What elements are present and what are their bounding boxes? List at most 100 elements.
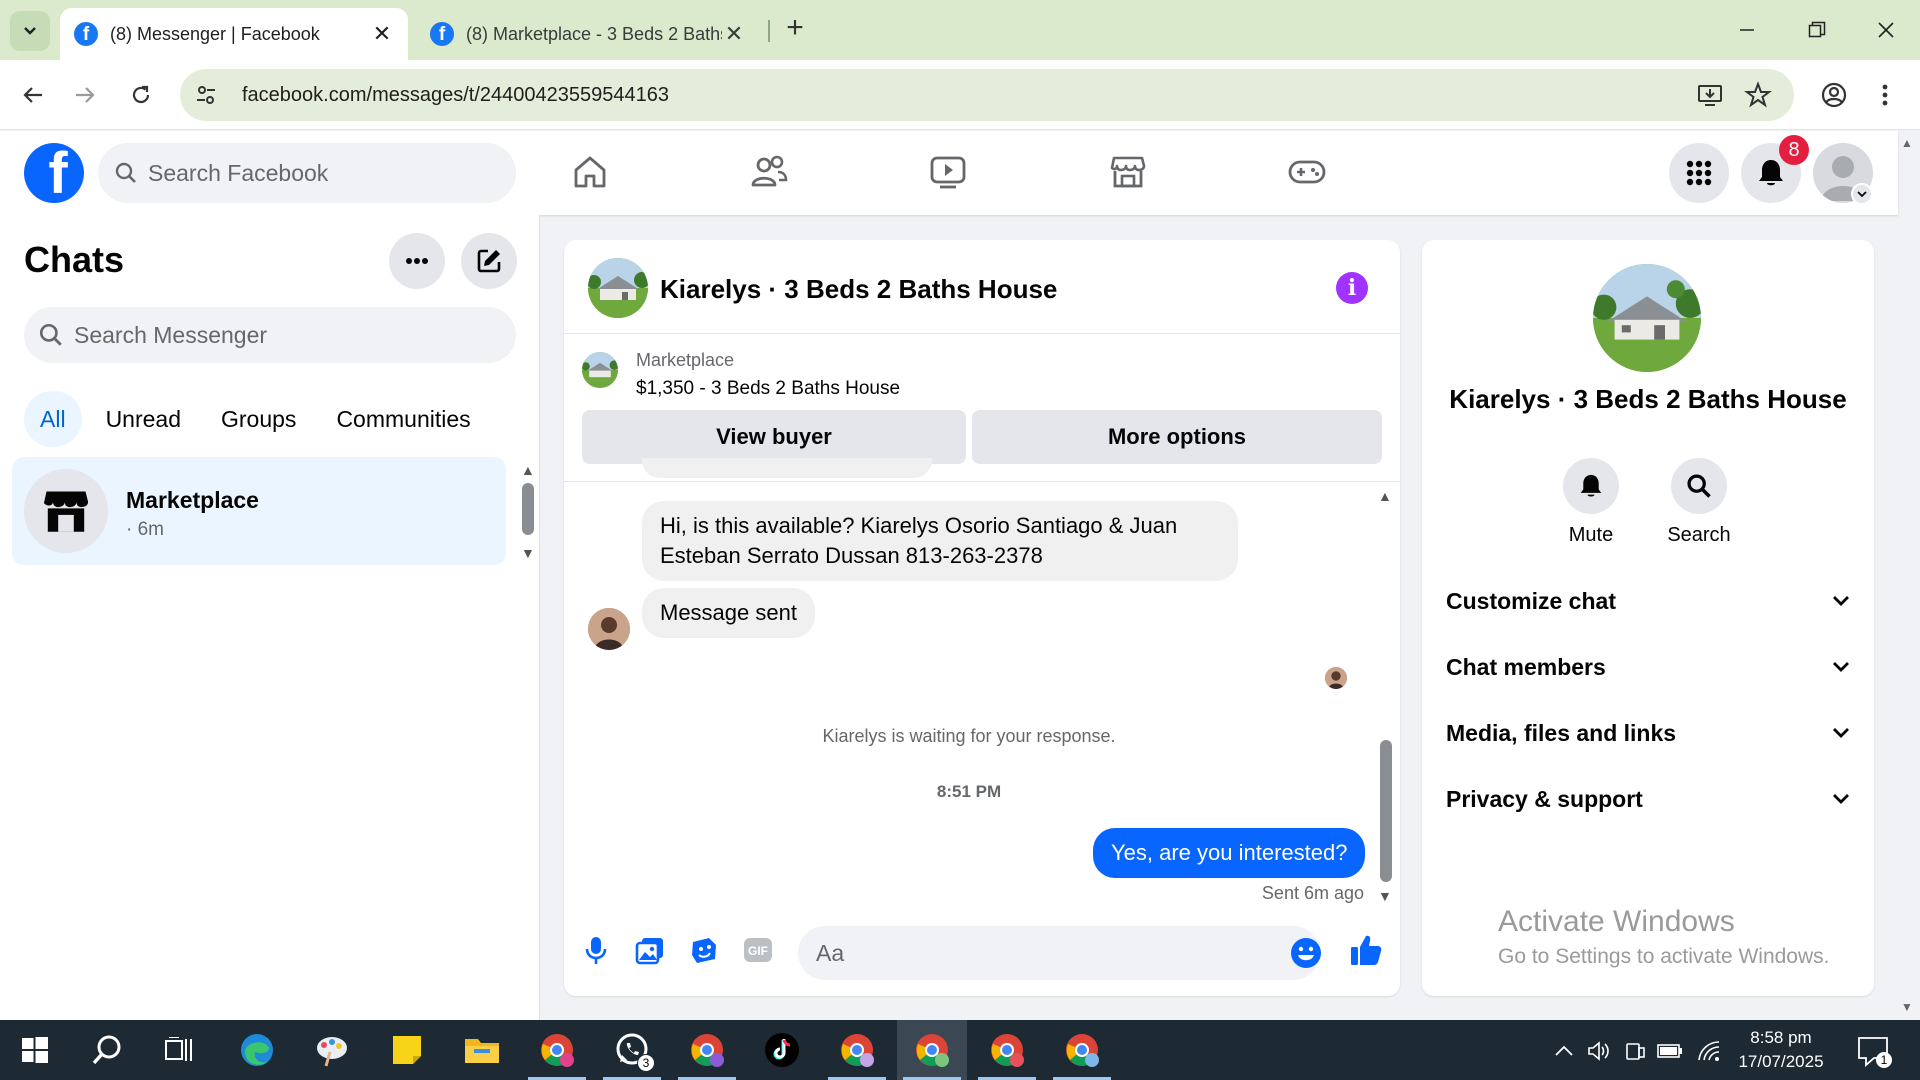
taskbar-chrome-active[interactable] [897,1020,967,1080]
filter-unread[interactable]: Unread [90,391,197,447]
scroll-up-arrow[interactable]: ▲ [521,462,535,478]
nav-marketplace[interactable] [1068,139,1188,205]
filter-communities[interactable]: Communities [320,391,486,447]
tab-messenger[interactable]: f (8) Messenger | Facebook ✕ [60,8,408,60]
taskbar-sticky-notes[interactable] [372,1020,442,1080]
menu-button[interactable] [1669,143,1729,203]
chat-list-item[interactable]: Marketplace · 6m [12,457,506,565]
taskbar-clock[interactable]: 8:58 pm 17/07/2025 [1734,1026,1828,1074]
search-action[interactable]: Search [1659,458,1739,547]
close-tab-icon[interactable]: ✕ [370,21,394,47]
page-scroll-up-arrow[interactable]: ▲ [1901,136,1913,150]
search-in-chat-button[interactable] [1671,458,1727,514]
gif-button[interactable]: GIF [740,932,776,968]
show-hidden-icons-button[interactable] [1551,1038,1577,1064]
emoji-icon[interactable] [1290,937,1322,969]
chat-members-row[interactable]: Chat members [1446,640,1850,694]
conversation-info-button[interactable]: i [1336,272,1368,304]
clock-date: 17/07/2025 [1738,1052,1824,1071]
task-view-button[interactable] [144,1020,214,1080]
back-button[interactable] [14,76,52,114]
messenger-search-input[interactable] [74,321,516,349]
site-settings-icon[interactable] [194,83,218,107]
message-composer[interactable] [798,926,1320,980]
message-bubble-incoming[interactable]: Message sent [642,588,815,638]
scroll-down-arrow[interactable]: ▼ [521,545,535,561]
scroll-up-arrow[interactable]: ▲ [1378,488,1392,504]
reload-button[interactable] [122,76,160,114]
nav-video[interactable] [888,139,1008,205]
media-files-links-row[interactable]: Media, files and links [1446,706,1850,760]
forward-button[interactable] [66,76,104,114]
conversation-scrollbar[interactable] [1380,740,1392,882]
chat-avatar-large[interactable] [1593,264,1701,372]
restore-button[interactable] [1797,12,1837,48]
install-app-icon[interactable] [1696,81,1724,109]
tab-marketplace[interactable]: f (8) Marketplace - 3 Beds 2 Baths ✕ [416,8,760,60]
mute-action[interactable]: Mute [1551,458,1631,547]
new-tab-button[interactable]: + [780,13,810,44]
view-buyer-button[interactable]: View buyer [582,410,966,464]
like-button[interactable] [1348,932,1384,968]
sticker-button[interactable] [686,932,722,968]
taskbar-chrome-profile-6[interactable] [1047,1020,1117,1080]
facebook-logo[interactable]: f [24,143,84,203]
close-tab-icon[interactable]: ✕ [722,21,746,47]
account-menu-caret[interactable] [1851,183,1873,205]
taskbar-chrome-profile-5[interactable] [972,1020,1042,1080]
tablet-mode-button[interactable] [1622,1038,1648,1064]
scroll-down-arrow[interactable]: ▼ [1378,888,1392,904]
filter-groups[interactable]: Groups [205,391,312,447]
listing-title[interactable]: $1,350 - 3 Beds 2 Baths House [636,378,900,400]
taskbar-search-button[interactable] [72,1020,142,1080]
volume-button[interactable] [1586,1038,1612,1064]
taskbar-chrome-profile-r[interactable] [672,1020,742,1080]
conversation-title[interactable]: Kiarelys · 3 Beds 2 Baths House [660,274,1057,305]
omnibox[interactable]: facebook.com/messages/t/2440042355954416… [180,69,1794,121]
message-bubble-incoming[interactable]: Hi, is this available? Kiarelys Osorio S… [642,501,1238,581]
chats-title: Chats [24,239,125,280]
sender-avatar[interactable] [588,608,630,650]
taskbar-tiktok[interactable] [747,1020,817,1080]
tab-search-button[interactable] [10,11,50,51]
taskbar-whatsapp[interactable]: 3 [597,1020,667,1080]
privacy-support-row[interactable]: Privacy & support [1446,772,1850,826]
facebook-search[interactable] [98,143,516,203]
bell-icon [1580,474,1602,497]
battery-button[interactable] [1657,1038,1683,1064]
start-button[interactable] [0,1020,70,1080]
action-center-button[interactable]: 1 [1856,1034,1892,1068]
more-options-button[interactable]: More options [972,410,1382,464]
new-message-button[interactable] [461,233,517,289]
taskbar-chrome-profile-f[interactable] [522,1020,592,1080]
customize-chat-row[interactable]: Customize chat [1446,574,1850,628]
mute-button[interactable] [1563,458,1619,514]
bookmark-star-icon[interactable] [1744,81,1772,109]
taskbar-chrome-profile-3[interactable] [822,1020,892,1080]
nav-friends[interactable] [709,139,829,205]
filter-all[interactable]: All [24,391,82,447]
voice-clip-button[interactable] [578,932,614,968]
page-scroll-down-arrow[interactable]: ▼ [1901,1000,1913,1014]
message-input[interactable] [816,939,1264,967]
message-bubble-outgoing[interactable]: Yes, are you interested? [1093,828,1366,878]
taskbar-edge[interactable] [222,1020,292,1080]
taskbar-file-explorer[interactable] [447,1020,517,1080]
grid-menu-icon [1686,160,1712,186]
chevron-down-icon [1857,191,1867,198]
chat-options-button[interactable] [389,233,445,289]
browser-menu-button[interactable] [1866,76,1904,114]
network-button[interactable] [1696,1038,1722,1064]
profile-button[interactable] [1815,76,1853,114]
nav-gaming[interactable] [1247,139,1367,205]
house-avatar[interactable] [588,258,648,318]
nav-home[interactable] [530,139,650,205]
listing-thumbnail[interactable] [582,352,618,388]
taskbar-paint[interactable] [297,1020,367,1080]
messenger-search[interactable] [24,307,516,363]
chat-list-scrollbar[interactable] [522,483,534,535]
minimize-button[interactable] [1727,12,1767,48]
attach-media-button[interactable] [632,932,668,968]
close-window-button[interactable] [1866,12,1906,48]
facebook-search-input[interactable] [148,159,516,187]
